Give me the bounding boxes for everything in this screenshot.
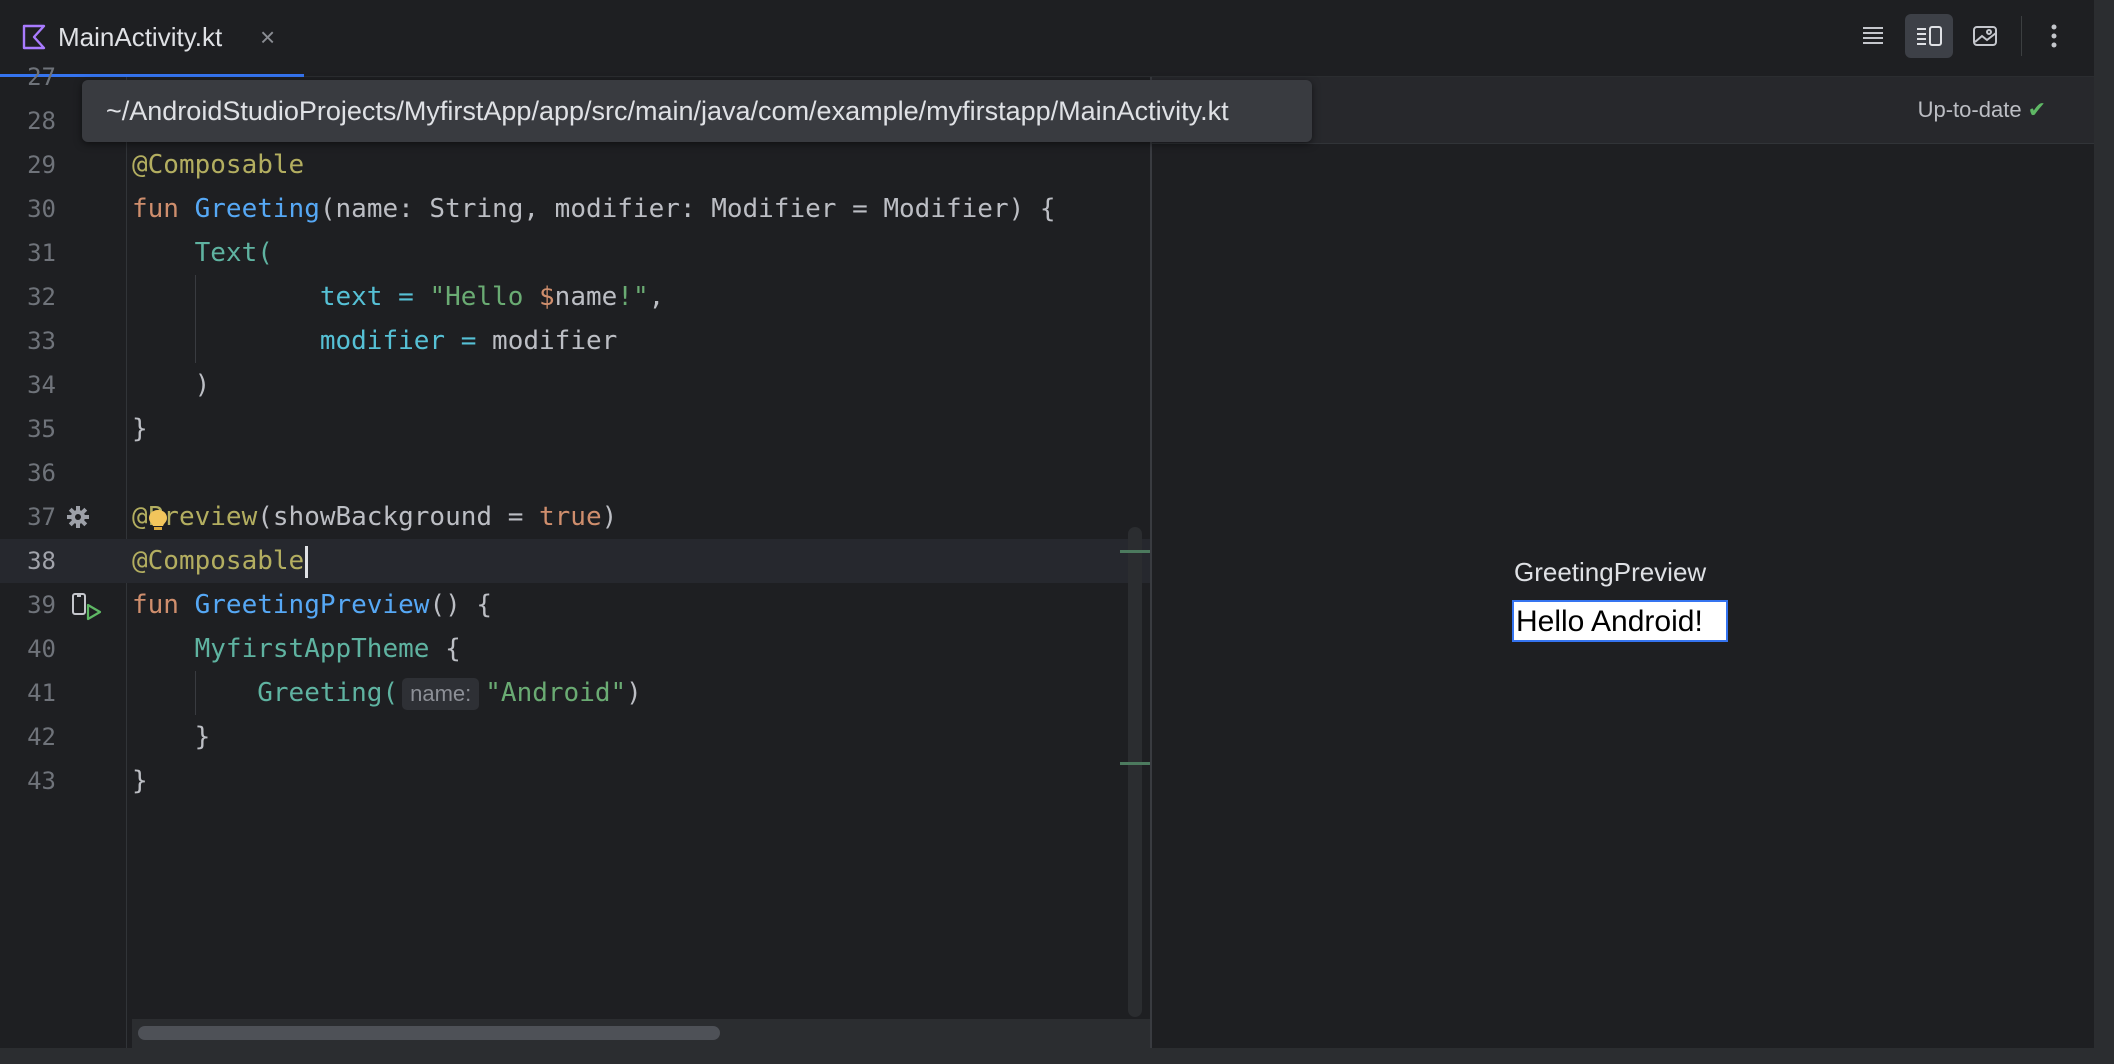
code-text: fun GreetingPreview() {	[132, 590, 493, 620]
line-number: 29	[27, 151, 56, 179]
horizontal-scrollbar[interactable]	[138, 1026, 720, 1040]
settings-gear-icon[interactable]	[66, 505, 90, 529]
preview-status: Up-to-date ✔	[1917, 97, 2046, 122]
line-number: 35	[27, 415, 56, 443]
line-number: 34	[27, 371, 56, 399]
check-icon: ✔	[2027, 97, 2046, 122]
code-view-button[interactable]	[1849, 14, 1897, 58]
text-caret	[305, 545, 309, 578]
line-number: 36	[27, 459, 56, 487]
preview-component-name: GreetingPreview	[1514, 557, 1707, 587]
image-preview-icon	[1973, 26, 1997, 46]
code-line: 35 }	[0, 407, 1150, 451]
code-editor[interactable]: 27 28 29 @Composable 30 fun Greeting(nam…	[0, 63, 1150, 1048]
kotlin-file-icon	[22, 24, 46, 50]
code-text: Text(	[194, 238, 273, 268]
line-number: 31	[27, 239, 56, 267]
code-line: 31 Text(	[0, 231, 1150, 275]
code-text: @Composable	[132, 539, 309, 583]
lightbulb-icon[interactable]	[148, 509, 168, 533]
compose-preview-pane[interactable]: Up-to-date ✔ GreetingPreview Hello Androi…	[1152, 77, 2094, 1048]
code-line: 32 text = "Hello $name!",	[0, 275, 1150, 319]
code-text: modifier = modifier	[319, 326, 618, 356]
line-number: 27	[27, 63, 56, 91]
code-text: @Preview(showBackground = true)	[132, 502, 618, 532]
line-number: 32	[27, 283, 56, 311]
run-preview-icon[interactable]	[70, 591, 104, 621]
code-text: }	[132, 766, 148, 796]
split-view-icon	[1917, 26, 1942, 46]
line-number: 41	[27, 679, 56, 707]
code-line: 36	[0, 451, 1150, 495]
indent-guide	[195, 275, 196, 363]
split-view-button[interactable]	[1905, 14, 1953, 58]
right-tool-strip	[2094, 0, 2114, 1064]
line-number: 43	[27, 767, 56, 795]
code-text: text = "Hello $name!",	[319, 282, 665, 312]
preview-render[interactable]: Hello Android!	[1512, 600, 1728, 642]
code-text: fun Greeting(name: String, modifier: Mod…	[132, 194, 1056, 224]
line-number: 40	[27, 635, 56, 663]
more-vertical-icon	[2051, 24, 2057, 48]
code-text: )	[194, 370, 211, 400]
scrollbar-marker	[1120, 550, 1150, 553]
code-line: 29 @Composable	[0, 143, 1150, 187]
code-line: 34 )	[0, 363, 1150, 407]
toolbar-separator	[2021, 16, 2022, 56]
design-view-button[interactable]	[1961, 14, 2009, 58]
code-line: 42 }	[0, 715, 1150, 759]
line-number: 37	[27, 503, 56, 531]
file-path-tooltip: ~/AndroidStudioProjects/MyfirstApp/app/s…	[82, 80, 1312, 142]
indent-guide	[195, 671, 196, 715]
tab-title: MainActivity.kt	[58, 22, 223, 52]
code-line: 37 @Preview(showBackground = true)	[0, 495, 1150, 539]
line-number: 30	[27, 195, 56, 223]
code-text: MyfirstAppTheme {	[194, 634, 461, 664]
more-options-button[interactable]	[2030, 14, 2078, 58]
line-number: 33	[27, 327, 56, 355]
line-number: 28	[27, 107, 56, 135]
line-number: 38	[27, 547, 56, 575]
code-text: Greeting(name: "Android")	[257, 677, 642, 710]
code-text: }	[194, 722, 211, 752]
code-line: 40 MyfirstAppTheme {	[0, 627, 1150, 671]
line-number: 42	[27, 723, 56, 751]
line-number: 39	[27, 591, 56, 619]
code-line: 43 }	[0, 759, 1150, 803]
lines-icon	[1863, 27, 1883, 44]
code-line: 30 fun Greeting(name: String, modifier: …	[0, 187, 1150, 231]
vertical-scrollbar[interactable]	[1128, 527, 1142, 1017]
code-text: }	[132, 414, 148, 444]
code-line: 33 modifier = modifier	[0, 319, 1150, 363]
scrollbar-marker	[1120, 762, 1150, 765]
code-text: @Composable	[132, 150, 305, 180]
code-line: 39 fun GreetingPreview() {	[0, 583, 1150, 627]
file-path: ~/AndroidStudioProjects/MyfirstApp/app/s…	[106, 96, 1229, 126]
status-bar	[0, 1048, 2114, 1064]
code-line-current: 38 @Composable	[0, 539, 1150, 583]
close-tab-icon[interactable]: ×	[260, 22, 275, 52]
parameter-hint: name:	[402, 677, 480, 710]
code-line: 41 Greeting(name: "Android")	[0, 671, 1150, 715]
preview-rendered-text: Hello Android!	[1516, 605, 1703, 638]
